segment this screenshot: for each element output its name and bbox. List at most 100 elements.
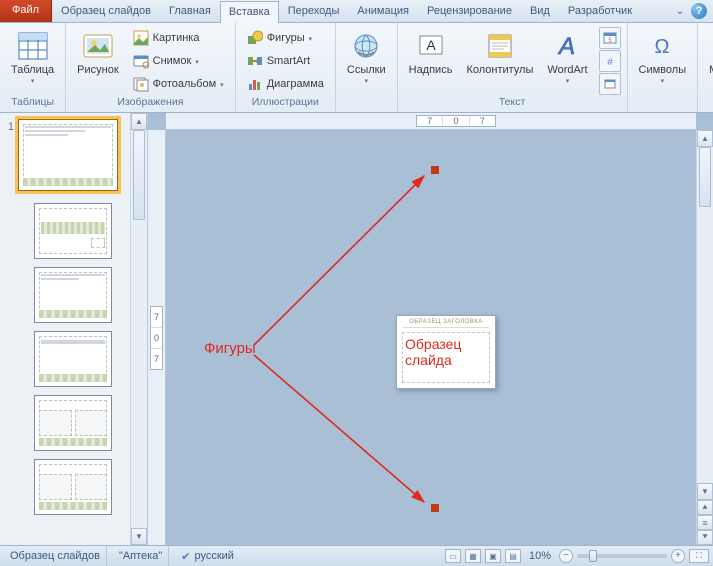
group-media: Мультимедиа ▾: [698, 23, 713, 112]
slide-master-preview[interactable]: ОБРАЗЕЦ ЗАГОЛОВКА Образецслайда: [396, 315, 496, 389]
group-tables: Таблица ▾ Таблицы: [0, 23, 66, 112]
layout-thumbnail[interactable]: [34, 331, 112, 387]
photoalbum-button[interactable]: Фотоальбом ▾: [128, 73, 229, 95]
chevron-down-icon: ▾: [365, 77, 369, 85]
status-language[interactable]: ✔ русский: [175, 546, 240, 566]
chevron-down-icon: ▾: [195, 58, 199, 66]
layout-thumbnail[interactable]: [34, 203, 112, 259]
zoom-slider-thumb[interactable]: [589, 550, 597, 562]
chevron-down-icon: ▾: [31, 77, 35, 85]
tab-review[interactable]: Рецензирование: [418, 0, 521, 22]
textbox-icon: A: [415, 30, 447, 62]
clipart-button[interactable]: Картинка: [128, 27, 229, 49]
ruler-tick: 7: [470, 116, 495, 126]
shapes-button[interactable]: Фигуры ▾: [242, 27, 329, 49]
scroll-up-icon[interactable]: ▲: [697, 130, 713, 147]
status-view[interactable]: Образец слайдов: [4, 546, 107, 566]
tab-home[interactable]: Главная: [160, 0, 220, 22]
table-button[interactable]: Таблица ▾: [6, 27, 59, 88]
editor-scrollbar[interactable]: ▲ ▼ ⯅ ≡ ⯆: [696, 130, 713, 545]
master-number: 1: [4, 119, 14, 133]
slide-edit-area: 7 0 7 7 0 7 Фигуры: [148, 113, 713, 545]
status-theme[interactable]: "Аптека": [113, 546, 169, 566]
layout-thumbnail[interactable]: [34, 267, 112, 323]
scroll-down-icon[interactable]: ▼: [131, 528, 147, 545]
screenshot-label: Снимок: [153, 55, 192, 67]
chevron-down-icon: ▾: [309, 35, 313, 43]
smartart-button[interactable]: SmartArt: [242, 50, 329, 72]
table-label: Таблица: [11, 64, 54, 76]
screenshot-button[interactable]: Снимок ▾: [128, 50, 229, 72]
view-normal-button[interactable]: ▭: [445, 549, 461, 563]
group-illustrations: Фигуры ▾ SmartArt Диаграмма Иллюстрации: [236, 23, 336, 112]
master-preview-title: ОБРАЗЕЦ ЗАГОЛОВКА: [403, 319, 489, 328]
picture-label: Рисунок: [77, 64, 119, 76]
svg-text:#: #: [607, 57, 613, 68]
view-sorter-button[interactable]: ▦: [465, 549, 481, 563]
chevron-down-icon: ▾: [566, 77, 570, 85]
ruler-tick: 0: [443, 116, 469, 126]
ruler-tick: 0: [151, 328, 162, 349]
thumbnail-pane: 1: [0, 113, 148, 545]
view-slideshow-button[interactable]: ▤: [505, 549, 521, 563]
tab-animation[interactable]: Анимация: [348, 0, 418, 22]
fit-window-button[interactable]: ⛶: [689, 549, 709, 563]
thumbnail-scrollbar[interactable]: ▲ ▼: [130, 113, 147, 545]
datetime-button[interactable]: 5: [599, 27, 621, 49]
ruler-tick: 7: [151, 349, 162, 369]
shape-square[interactable]: [431, 166, 439, 174]
prev-slide-icon[interactable]: ⯅: [697, 500, 713, 515]
tab-file[interactable]: Файл: [0, 0, 52, 22]
object-button[interactable]: [599, 73, 621, 95]
tab-slide-master[interactable]: Образец слайдов: [52, 0, 160, 22]
scroll-up-icon[interactable]: ▲: [131, 113, 147, 130]
tab-insert[interactable]: Вставка: [220, 1, 279, 23]
links-button[interactable]: Ссылки ▾: [342, 27, 391, 88]
slidenumber-button[interactable]: #: [599, 50, 621, 72]
zoom-in-button[interactable]: +: [671, 549, 685, 563]
chart-button[interactable]: Диаграмма: [242, 73, 329, 95]
layout-thumbnail[interactable]: [34, 459, 112, 515]
smartart-label: SmartArt: [267, 55, 310, 67]
wordart-icon: A: [551, 30, 583, 62]
next-slide-icon[interactable]: ⯆: [697, 530, 713, 545]
annotation-shapes-label: Фигуры: [204, 340, 256, 357]
group-images: Рисунок Картинка Снимок ▾ Фотоальбом ▾: [66, 23, 236, 112]
headerfooter-icon: [484, 30, 516, 62]
scroll-thumb[interactable]: [699, 147, 711, 207]
photoalbum-label: Фотоальбом: [153, 78, 217, 90]
ruler-tick: 7: [417, 116, 443, 126]
group-symbols-label: [634, 96, 692, 110]
group-media-label: [704, 96, 713, 110]
shape-square[interactable]: [431, 504, 439, 512]
ribbon-minimize-icon[interactable]: ⌄: [673, 4, 687, 18]
media-button[interactable]: Мультимедиа ▾: [704, 27, 713, 88]
slide-canvas[interactable]: Фигуры ОБРАЗЕЦ ЗАГОЛОВКА Образецслайда: [166, 130, 696, 545]
chevron-down-icon: ▾: [220, 81, 224, 89]
textbox-button[interactable]: A Надпись: [404, 27, 458, 79]
status-bar: Образец слайдов "Аптека" ✔ русский ▭ ▦ ▣…: [0, 545, 713, 566]
wordart-button[interactable]: A WordArt ▾: [542, 27, 592, 88]
nav-menu-icon[interactable]: ≡: [697, 515, 713, 530]
tab-transitions[interactable]: Переходы: [279, 0, 349, 22]
layout-thumbnail[interactable]: [34, 395, 112, 451]
zoom-out-button[interactable]: −: [559, 549, 573, 563]
scroll-thumb[interactable]: [133, 130, 145, 220]
svg-text:A: A: [426, 37, 436, 53]
group-images-label: Изображения: [72, 96, 229, 110]
smartart-icon: [247, 53, 263, 69]
scroll-down-icon[interactable]: ▼: [697, 483, 713, 500]
shapes-icon: [247, 30, 263, 46]
svg-text:Ω: Ω: [655, 36, 670, 58]
tab-view[interactable]: Вид: [521, 0, 559, 22]
symbols-button[interactable]: Ω Символы ▾: [634, 27, 692, 88]
tab-developer[interactable]: Разработчик: [559, 0, 641, 22]
picture-button[interactable]: Рисунок: [72, 27, 124, 79]
zoom-slider[interactable]: [577, 554, 667, 558]
ruler-tick: 7: [151, 307, 162, 328]
help-icon[interactable]: ?: [691, 3, 707, 19]
headerfooter-button[interactable]: Колонтитулы: [461, 27, 538, 79]
view-reading-button[interactable]: ▣: [485, 549, 501, 563]
master-thumbnail[interactable]: [18, 119, 118, 191]
links-label: Ссылки: [347, 64, 386, 76]
